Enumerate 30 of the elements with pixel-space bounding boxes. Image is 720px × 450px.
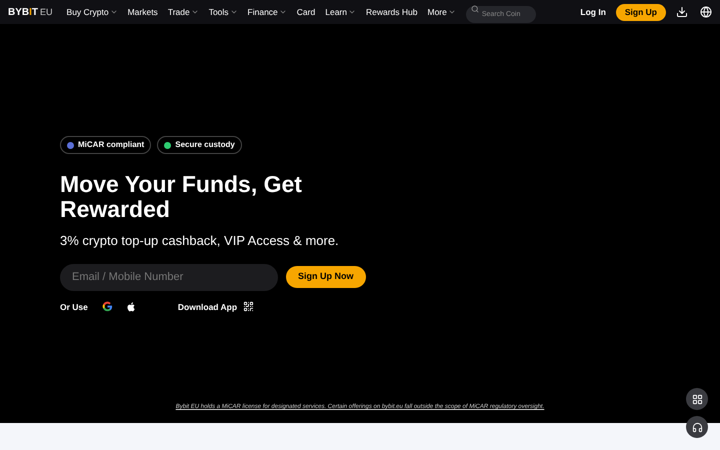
grid-icon xyxy=(692,394,702,404)
or-use-label: Or Use xyxy=(60,300,88,314)
globe-icon[interactable] xyxy=(700,6,712,18)
nav-link[interactable]: Learn xyxy=(325,6,356,18)
qr-code-icon[interactable] xyxy=(243,301,254,312)
nav-link[interactable]: Markets xyxy=(128,6,158,18)
nav-link[interactable]: Rewards Hub xyxy=(366,6,418,18)
hero-subtitle: 3% crypto top-up cashback, VIP Access & more. xyxy=(60,232,340,250)
download-app-label[interactable]: Download App xyxy=(178,300,238,314)
google-icon[interactable] xyxy=(102,301,113,312)
search-icon xyxy=(470,4,479,12)
download-icon[interactable] xyxy=(676,6,688,18)
nav-link[interactable]: Finance xyxy=(248,6,287,18)
nav-link[interactable]: Trade xyxy=(168,6,199,18)
feature-badge: Secure custody xyxy=(157,136,242,154)
feature-badge: MiCAR compliant xyxy=(60,136,152,154)
nav-link[interactable]: Card xyxy=(296,6,316,18)
signup-now-button[interactable]: Sign Up Now xyxy=(286,266,366,288)
headphones-icon xyxy=(692,422,702,432)
nav-link[interactable]: Buy Crypto xyxy=(66,6,118,18)
email-field[interactable]: Email / Mobile Number xyxy=(60,264,278,290)
support-button[interactable] xyxy=(686,416,708,438)
nav-link[interactable]: More xyxy=(427,6,456,18)
nav-link[interactable]: Tools xyxy=(208,6,238,18)
login-link[interactable]: Log In xyxy=(580,6,606,18)
apple-icon[interactable] xyxy=(126,300,137,313)
hero-title: Move Your Funds, Get Rewarded xyxy=(60,172,303,222)
logo[interactable]: BYBIT EU xyxy=(8,4,53,20)
grid-menu-button[interactable] xyxy=(686,388,708,410)
signup-button[interactable]: Sign Up xyxy=(616,4,666,20)
